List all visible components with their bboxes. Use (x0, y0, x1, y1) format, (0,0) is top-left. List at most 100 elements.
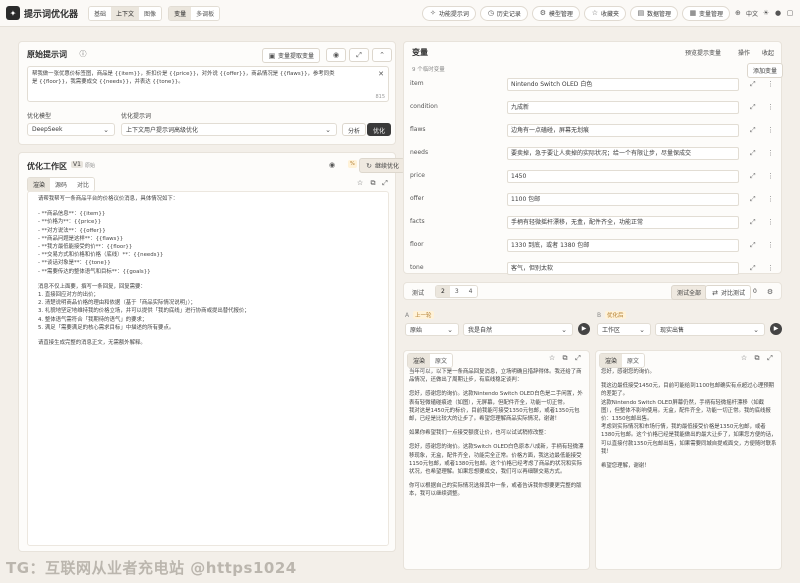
column-b-template-select[interactable]: 现实出售 ⌄ (655, 323, 765, 336)
continue-optimize-button[interactable]: ↻ 继续优化 (359, 158, 406, 173)
variable-value-input[interactable]: Nintendo Switch OLED 白色 (507, 78, 739, 91)
output-paragraph: 当年可以，以下是一条商品回复消息，立场明确且措辞得体。我还给了商品情况，还做出了… (409, 369, 582, 384)
variable-value-input[interactable]: 1330 到底，或者 1380 包邮 (507, 239, 739, 252)
theme-icon[interactable]: ☀ (762, 9, 770, 17)
variable-value-input[interactable]: 手柄有轻微摇杆漂移，无盒，配件齐全，功能正常 (507, 216, 739, 229)
extract-variables-button[interactable]: ▣ 变量提取变量 (262, 48, 321, 63)
sparkle-badge[interactable]: % (348, 160, 357, 168)
workspace-line: - **我方最低能接受的价**：{{floor}} (38, 244, 133, 251)
workspace-line: 2. 清楚说明商品价格的理由和依据（基于「商品实际情况说明」）； (38, 300, 196, 307)
chevron-down-icon: ⌄ (753, 325, 759, 334)
more-icon[interactable]: ⋮ (767, 172, 774, 180)
history-button[interactable]: ◷ 历史记录 (479, 5, 528, 21)
test-all-button[interactable]: 测试全部 (671, 285, 708, 300)
original-prompt-textarea[interactable]: 帮我做一张优惠价标签图，商品是 {{item}}，折扣价是 {{price}}，… (27, 66, 389, 102)
expand-icon[interactable]: ⤢ (750, 126, 756, 135)
data-manage-button[interactable]: ▤ 数据管理 (629, 5, 678, 21)
analyze-button[interactable]: 分析 (342, 123, 367, 136)
tab-image[interactable]: 图像 (139, 6, 162, 20)
copy-icon[interactable]: ⧉ (561, 354, 569, 362)
fullscreen-icon[interactable]: ⤢ (766, 354, 774, 362)
page-4[interactable]: 4 (463, 286, 478, 297)
fullscreen-icon[interactable]: ⤢ (574, 354, 582, 362)
optimize-button[interactable]: 优化 (367, 123, 392, 136)
copy-icon[interactable]: ⧉ (753, 354, 761, 362)
collapse-link[interactable]: 收起 (762, 48, 774, 57)
page-3[interactable]: 3 (449, 286, 464, 297)
model-select[interactable]: DeepSeek ⌄ (27, 123, 115, 136)
preview-vars-link[interactable]: 预览提示变量 (685, 48, 721, 57)
variable-value-input[interactable]: 要卖掉，急于要让人卖掉的实际状况；给一个有限让步，尽量保成交 (507, 147, 739, 160)
expand-icon[interactable]: ⤢ (750, 103, 756, 112)
star-icon[interactable]: ☆ (740, 354, 748, 362)
expand-icon: ⤢ (356, 51, 362, 59)
more-icon[interactable]: ⋮ (767, 126, 774, 134)
expand-icon[interactable]: ⤢ (750, 264, 756, 273)
fullscreen-button[interactable]: ⤢ (349, 48, 369, 62)
more-icon[interactable]: ⋮ (767, 241, 774, 249)
variable-value-input[interactable]: 九成新 (507, 101, 739, 114)
page-2[interactable]: 2 (436, 286, 450, 297)
variable-name: flaws (410, 126, 426, 133)
more-icon[interactable]: ⋮ (767, 218, 774, 226)
eye-icon[interactable]: ◉ (328, 161, 336, 169)
github-icon[interactable]: ● (774, 9, 782, 17)
model-manage-button[interactable]: ⚙ 模型管理 (531, 5, 580, 21)
workspace-output[interactable]: 请帮我帮写一条商品平台的价格议价消息，具体情况如下： - **商品信息**：{{i… (27, 191, 389, 546)
function-prompt-button[interactable]: ✧ 功能提示词 (421, 5, 476, 21)
expand-icon[interactable]: ⤢ (750, 149, 756, 158)
tab-a-render[interactable]: 渲染 (408, 354, 431, 367)
favorites-button[interactable]: ☆ 收藏夹 (583, 5, 626, 21)
language-icon[interactable]: ⊕ (734, 9, 742, 17)
variable-manage-button[interactable]: ▦ 变量管理 (681, 5, 730, 21)
tab-render[interactable]: 渲染 (28, 178, 51, 191)
column-a-template-select[interactable]: 我是自然 ⌄ (463, 323, 573, 336)
copy-icon[interactable]: ⧉ (369, 179, 377, 187)
expand-icon[interactable]: ⤢ (750, 172, 756, 181)
play-a-icon[interactable]: ▶ (578, 323, 590, 335)
column-a-model-select[interactable]: 原始 ⌄ (405, 323, 459, 336)
output-paragraph: 我对这是1450元的标价，目前我能可接受1350元包邮，或者1350元包邮，已经… (409, 407, 580, 423)
expand-icon[interactable]: ⤢ (750, 195, 756, 204)
more-icon[interactable]: ⋮ (767, 80, 774, 88)
variable-value-input[interactable]: 1450 (507, 170, 739, 183)
more-icon[interactable]: ⋮ (767, 264, 774, 272)
variable-value-input[interactable]: 边角有一点磕碰，屏幕无划痕 (507, 124, 739, 137)
tab-context[interactable]: 上下文 (111, 6, 140, 20)
settings-icon[interactable]: ⚙ (766, 288, 774, 296)
clear-icon[interactable]: ✕ (377, 70, 385, 78)
version-badge[interactable]: V1 (71, 161, 83, 168)
fullscreen-icon[interactable]: ⤢ (381, 179, 389, 187)
more-icon[interactable]: ⋮ (767, 149, 774, 157)
tab-b-render[interactable]: 渲染 (600, 354, 623, 367)
template-select[interactable]: 上下文用户提示词高级优化 ⌄ (121, 123, 337, 136)
variable-value-input[interactable]: 客气，但别太软 (507, 262, 739, 275)
star-icon[interactable]: ☆ (356, 179, 364, 187)
tab-a-raw[interactable]: 原文 (430, 354, 453, 367)
variable-value-input[interactable]: 1100 包邮 (507, 193, 739, 206)
tab-variables[interactable]: 变量 (169, 6, 192, 20)
collapse-button[interactable]: ⌃ (372, 48, 392, 62)
column-b-model-select[interactable]: 工作区 ⌄ (597, 323, 651, 336)
more-icon[interactable]: ⋮ (767, 195, 774, 203)
expand-icon[interactable]: ⤢ (750, 241, 756, 250)
tab-compare[interactable]: 对比 (72, 178, 95, 191)
compare-test-button[interactable]: ⇄ 对比测试 (705, 285, 752, 300)
tab-basic[interactable]: 基础 (89, 6, 112, 20)
star-icon[interactable]: ☆ (548, 354, 556, 362)
expand-icon[interactable]: ⤢ (750, 80, 756, 89)
sparkle-icon: ✧ (429, 9, 436, 17)
operations-link[interactable]: 操作 (738, 48, 750, 57)
preview-toggle-button[interactable]: ◉ (326, 48, 346, 62)
play-b-icon[interactable]: ▶ (770, 323, 782, 335)
add-variable-button[interactable]: 添加变量 (747, 63, 784, 78)
tab-source[interactable]: 源码 (50, 178, 73, 191)
window-icon[interactable]: ▢ (786, 9, 794, 17)
language-label[interactable]: 中文 (746, 9, 758, 18)
more-icon[interactable]: ⋮ (767, 103, 774, 111)
output-a-text[interactable]: 当年可以，以下是一条商品回复消息，立场明确且措辞得体。我还给了商品情况，还做出了… (409, 368, 585, 568)
tab-b-raw[interactable]: 原文 (622, 354, 645, 367)
expand-icon[interactable]: ⤢ (750, 218, 756, 227)
tab-multi[interactable]: 多调板 (191, 6, 220, 20)
output-b-text[interactable]: 您好，感谢您的询价。 我这边最低接受1450元，目前可能给到1100包邮确实有点超… (601, 368, 777, 568)
